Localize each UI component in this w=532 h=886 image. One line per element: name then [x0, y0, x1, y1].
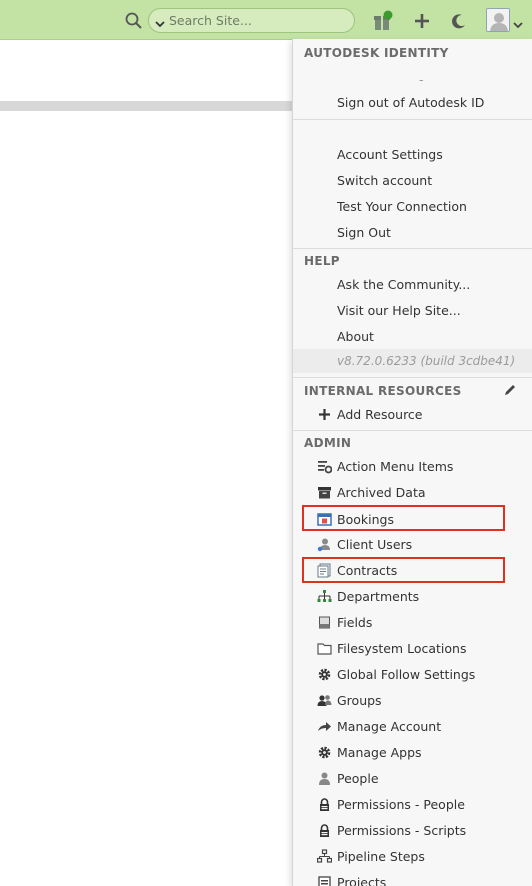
- admin-item-label: Contracts: [337, 563, 398, 578]
- chevron-down-icon[interactable]: [512, 15, 524, 29]
- archive-box-icon: [317, 485, 332, 500]
- share-arrow-icon: [317, 719, 332, 734]
- admin-item-permissions-scripts[interactable]: Permissions - Scripts: [293, 819, 532, 843]
- section-header-help: HELP: [304, 254, 340, 268]
- admin-item-global-follow-settings[interactable]: Global Follow Settings: [293, 663, 532, 687]
- version-text: v8.72.0.6233 (build 3cdbe41): [337, 354, 516, 368]
- divider: [293, 119, 532, 120]
- section-header-internal-resources: INTERNAL RESOURCES: [304, 384, 462, 398]
- moon-icon[interactable]: [448, 10, 470, 32]
- folder-icon: [317, 641, 332, 656]
- admin-item-manage-account[interactable]: Manage Account: [293, 715, 532, 739]
- version-row: v8.72.0.6233 (build 3cdbe41): [293, 349, 532, 373]
- sign-out-link[interactable]: Sign Out: [337, 225, 391, 240]
- divider: [293, 377, 532, 378]
- about-link[interactable]: About: [337, 329, 374, 344]
- add-resource-label: Add Resource: [337, 407, 423, 422]
- admin-item-label: Groups: [337, 693, 382, 708]
- admin-item-label: Pipeline Steps: [337, 849, 425, 864]
- section-header-admin: ADMIN: [304, 436, 352, 450]
- page-divider-band: [0, 101, 292, 111]
- chevron-down-icon[interactable]: [154, 15, 166, 28]
- admin-item-archived-data[interactable]: Archived Data: [293, 481, 532, 505]
- bookings-icon: [317, 512, 332, 527]
- admin-item-client-users[interactable]: Client Users: [293, 533, 532, 557]
- help-site-link[interactable]: Visit our Help Site...: [337, 303, 461, 318]
- search-input[interactable]: [169, 11, 349, 30]
- admin-item-departments[interactable]: Departments: [293, 585, 532, 609]
- client-user-icon: [317, 537, 332, 552]
- user-dropdown-menu: AUTODESK IDENTITY - Sign out of Autodesk…: [292, 39, 532, 886]
- plus-icon: [317, 407, 332, 422]
- admin-item-label: Manage Account: [337, 719, 442, 734]
- test-connection-link[interactable]: Test Your Connection: [337, 199, 467, 214]
- account-settings-link[interactable]: Account Settings: [337, 147, 443, 162]
- admin-item-label: Client Users: [337, 537, 413, 552]
- gear-icon: [317, 745, 332, 760]
- admin-item-filesystem-locations[interactable]: Filesystem Locations: [293, 637, 532, 661]
- switch-account-link[interactable]: Switch account: [337, 173, 432, 188]
- admin-item-label: Action Menu Items: [337, 459, 454, 474]
- admin-item-people[interactable]: People: [293, 767, 532, 791]
- gift-icon[interactable]: [372, 10, 394, 32]
- admin-item-label: Fields: [337, 615, 373, 630]
- group-icon: [317, 693, 332, 708]
- divider: [293, 248, 532, 249]
- admin-item-label: Departments: [337, 589, 420, 604]
- admin-item-label: Archived Data: [337, 485, 426, 500]
- admin-item-action-menu-items[interactable]: Action Menu Items: [293, 455, 532, 479]
- admin-item-manage-apps[interactable]: Manage Apps: [293, 741, 532, 765]
- projects-icon: [317, 875, 332, 886]
- admin-item-label: Permissions - People: [337, 797, 465, 812]
- search-box[interactable]: [148, 8, 355, 33]
- contracts-icon: [317, 563, 332, 578]
- admin-item-contracts[interactable]: Contracts: [293, 559, 532, 583]
- lock-icon: [317, 797, 332, 812]
- pipeline-icon: [316, 849, 333, 864]
- org-chart-icon: [317, 589, 332, 604]
- admin-item-bookings[interactable]: Bookings: [293, 508, 532, 532]
- admin-item-label: Permissions - Scripts: [337, 823, 467, 838]
- admin-item-label: Manage Apps: [337, 745, 422, 760]
- identity-user: -: [419, 72, 424, 87]
- admin-item-label: Global Follow Settings: [337, 667, 476, 682]
- admin-item-permissions-people[interactable]: Permissions - People: [293, 793, 532, 817]
- field-icon: [317, 615, 332, 630]
- avatar-icon[interactable]: [486, 8, 510, 32]
- plus-icon[interactable]: [411, 10, 433, 32]
- admin-item-label: Filesystem Locations: [337, 641, 467, 656]
- gear-icon: [317, 667, 332, 682]
- page-content: [0, 41, 292, 101]
- ask-community-link[interactable]: Ask the Community...: [337, 277, 470, 292]
- section-header-identity: AUTODESK IDENTITY: [304, 46, 449, 60]
- action-menu-icon: [317, 459, 333, 474]
- search-icon[interactable]: [124, 11, 144, 31]
- admin-item-pipeline-steps[interactable]: Pipeline Steps: [293, 845, 532, 869]
- top-toolbar: [0, 0, 532, 40]
- admin-item-label: Projects: [337, 875, 387, 886]
- admin-item-projects[interactable]: Projects: [293, 871, 532, 886]
- pencil-icon[interactable]: [503, 382, 517, 396]
- person-icon: [317, 771, 332, 786]
- lock-icon: [317, 823, 332, 838]
- admin-item-label: Bookings: [337, 512, 394, 527]
- divider: [293, 430, 532, 431]
- sign-out-autodesk-link[interactable]: Sign out of Autodesk ID: [337, 95, 484, 110]
- admin-item-fields[interactable]: Fields: [293, 611, 532, 635]
- admin-item-groups[interactable]: Groups: [293, 689, 532, 713]
- add-resource-button[interactable]: Add Resource: [293, 403, 532, 427]
- admin-item-label: People: [337, 771, 379, 786]
